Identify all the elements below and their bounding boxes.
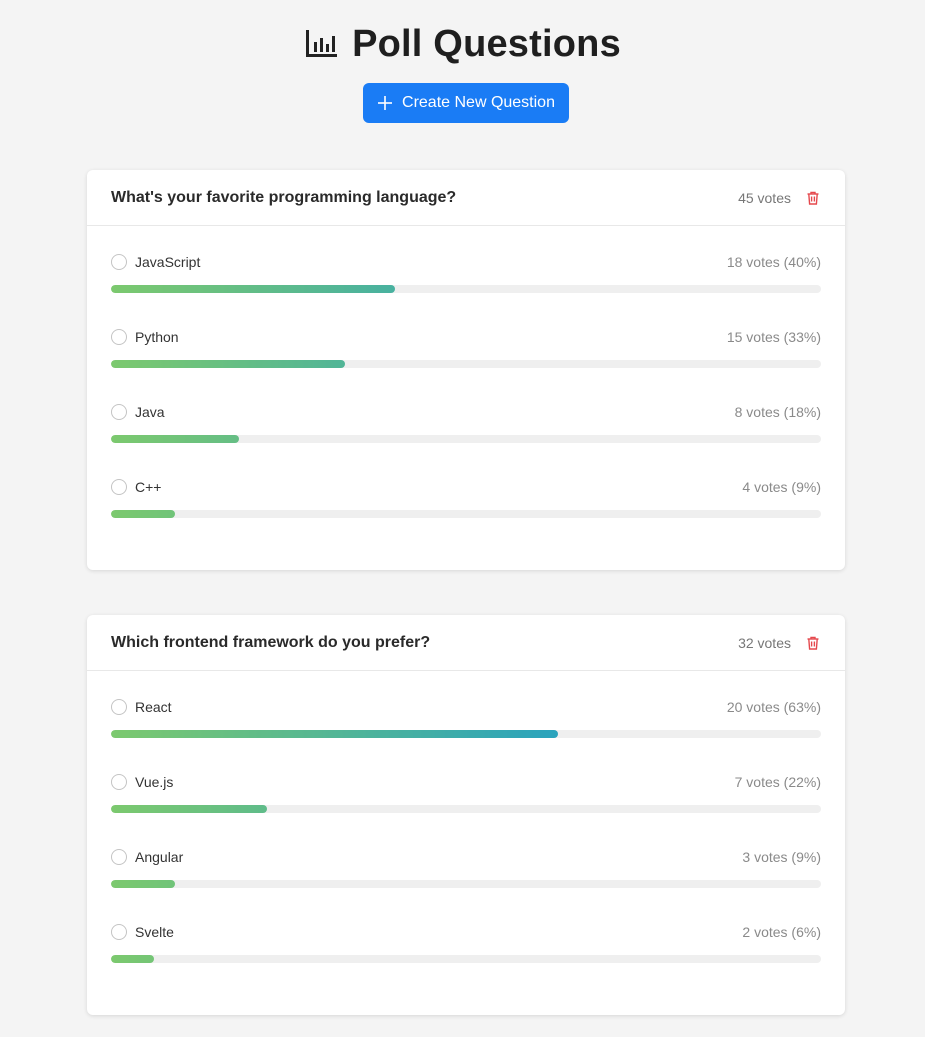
vote-progress-fill [111,805,268,813]
option-vote-stats: 4 votes (9%) [742,479,821,495]
vote-progress-track [111,730,821,738]
poll-options: JavaScript 18 votes (40%) Python 15 votes (… [87,226,845,570]
option-label: Angular [135,849,184,865]
vote-progress-track [111,285,821,293]
poll-option: Svelte 2 votes (6%) [111,912,821,987]
poll-option-row: Angular 3 votes (9%) [111,847,821,867]
create-question-button[interactable]: Create New Question [363,83,569,123]
poll-card: What's your favorite programming languag… [87,170,845,570]
option-radio[interactable] [111,479,127,495]
vote-progress-track [111,435,821,443]
bar-chart-icon [304,28,338,60]
vote-progress-fill [111,360,346,368]
option-radio[interactable] [111,254,127,270]
option-vote-stats: 3 votes (9%) [742,849,821,865]
vote-progress-fill [111,880,175,888]
option-vote-stats: 2 votes (6%) [742,924,821,940]
option-label: React [135,699,172,715]
option-label: Vue.js [135,774,174,790]
option-radio[interactable] [111,849,127,865]
option-vote-stats: 8 votes (18%) [734,404,821,420]
poll-total-votes: 32 votes [738,634,791,651]
page-title: Poll Questions [352,22,621,65]
option-label: Svelte [135,924,174,940]
poll-option: C++ 4 votes (9%) [111,467,821,542]
poll-card-header: Which frontend framework do you prefer? 3… [87,615,845,671]
vote-progress-track [111,805,821,813]
poll-option-row: React 20 votes (63%) [111,697,821,717]
poll-option: JavaScript 18 votes (40%) [111,242,821,317]
poll-option: Python 15 votes (33%) [111,317,821,392]
vote-progress-track [111,510,821,518]
poll-question: Which frontend framework do you prefer? [111,633,431,651]
trash-icon[interactable] [805,635,821,651]
poll-option: React 20 votes (63%) [111,687,821,762]
option-label: Java [135,404,165,420]
create-question-label: Create New Question [402,94,555,111]
poll-card-header: What's your favorite programming languag… [87,170,845,226]
poll-option-row: Vue.js 7 votes (22%) [111,772,821,792]
option-vote-stats: 7 votes (22%) [734,774,821,790]
option-label: Python [135,329,179,345]
poll-question: What's your favorite programming languag… [111,188,457,206]
vote-progress-fill [111,955,154,963]
poll-option: Vue.js 7 votes (22%) [111,762,821,837]
option-radio[interactable] [111,924,127,940]
poll-options: React 20 votes (63%) Vue.js 7 votes (22%) An… [87,671,845,1015]
poll-card: Which frontend framework do you prefer? 3… [87,615,845,1015]
vote-progress-fill [111,285,395,293]
vote-progress-fill [111,510,175,518]
option-vote-stats: 15 votes (33%) [726,329,821,345]
vote-progress-fill [111,730,559,738]
vote-progress-fill [111,435,239,443]
option-radio[interactable] [111,404,127,420]
poll-option-row: Python 15 votes (33%) [111,327,821,347]
option-label: C++ [135,479,162,495]
title-row: Poll Questions [0,20,925,68]
poll-option-row: Java 8 votes (18%) [111,402,821,422]
option-vote-stats: 18 votes (40%) [726,254,821,270]
option-radio[interactable] [111,329,127,345]
option-label: JavaScript [135,254,201,270]
poll-option-row: JavaScript 18 votes (40%) [111,252,821,272]
option-radio[interactable] [111,699,127,715]
poll-option: Java 8 votes (18%) [111,392,821,467]
poll-option-row: Svelte 2 votes (6%) [111,922,821,942]
vote-progress-track [111,360,821,368]
option-radio[interactable] [111,774,127,790]
vote-progress-track [111,880,821,888]
poll-option-row: C++ 4 votes (9%) [111,477,821,497]
plus-icon [377,95,393,111]
option-vote-stats: 20 votes (63%) [726,699,821,715]
vote-progress-track [111,955,821,963]
poll-option: Angular 3 votes (9%) [111,837,821,912]
trash-icon[interactable] [805,190,821,206]
poll-total-votes: 45 votes [738,189,791,206]
